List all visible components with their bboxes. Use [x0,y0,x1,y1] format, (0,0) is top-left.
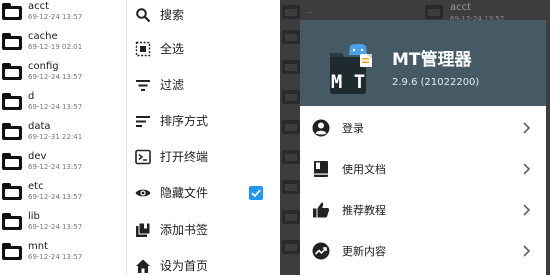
file-name: acct [450,2,472,13]
file-row[interactable]: acct 69-12-24 13:57 [0,0,126,30]
file-name: data [28,121,51,132]
file-row[interactable]: config 69-12-24 13:57 [0,60,126,90]
search-icon [136,8,151,23]
bookmark-add-icon [136,222,151,237]
app-version: 2.9.6 (21022200) [392,77,480,88]
file-name: config [28,61,59,72]
menu-item-add-bookmark[interactable]: 添加书签 [127,212,281,248]
menu-label: 设为首页 [160,259,209,273]
folder-icon [282,150,300,164]
folder-icon [282,90,300,104]
file-date: 69-12-31 22:41 [28,133,83,141]
folder-icon [282,60,300,74]
file-name: d [28,91,35,102]
folder-icon [2,3,22,20]
app-name: MT管理器 [392,50,472,70]
folder-icon [282,5,300,19]
file-date: 69-12-24 13:57 [28,73,83,81]
drawer-item-tutorials[interactable]: 推荐教程 [300,190,546,231]
menu-item-filter[interactable]: 过滤 [127,67,281,103]
file-name: cache [28,31,58,42]
drawer-item-changelog[interactable]: 更新内容 [300,231,546,272]
menu-label: 过滤 [160,78,185,92]
folder-icon [2,123,22,140]
folder-icon [282,120,300,134]
parent-dir-label: .. [307,6,313,15]
file-row[interactable]: cache 69-12-19 02:01 [0,30,126,60]
folder-icon [425,5,443,19]
folder-icon [2,153,22,170]
file-name: etc [28,181,44,192]
file-date: 69-12-24 13:57 [28,223,83,231]
terminal-icon [135,149,151,165]
menu-label: 打开终端 [160,150,209,164]
folder-icon [282,240,300,254]
drawer-item-login[interactable]: 登录 [300,108,546,149]
options-menu: 搜索 全选 过滤 排序方式 打开终端 隐藏文件 添加书签 设为首页 [126,0,280,275]
navigation-drawer: M T MT管理器 2.9.6 (21022200) 登录 使用文档 推荐教程 … [300,20,546,275]
file-name: acct [28,1,50,12]
eye-icon [135,189,151,197]
menu-item-terminal[interactable]: 打开终端 [127,139,281,175]
select-all-icon [135,41,151,57]
chevron-right-icon [523,122,531,134]
thumb-up-icon [313,202,330,218]
file-row[interactable]: mnt 69-12-24 13:57 [0,240,126,270]
drawer-item-label: 推荐教程 [342,204,386,217]
folder-icon [282,210,300,224]
hidden-files-checkbox[interactable] [249,186,263,200]
file-row[interactable]: lib 69-12-24 13:57 [0,210,126,240]
file-list: acct 69-12-24 13:57 cache 69-12-19 02:01… [0,0,126,275]
folder-icon [2,243,22,260]
chevron-right-icon [523,163,531,175]
menu-item-select-all[interactable]: 全选 [127,31,281,67]
drawer-header: M T MT管理器 2.9.6 (21022200) [300,20,546,106]
sort-icon [136,116,150,127]
drawer-item-docs[interactable]: 使用文档 [300,149,546,190]
file-date: 69-12-24 13:57 [28,253,83,261]
drawer-item-label: 登录 [342,122,364,135]
menu-label: 添加书签 [160,223,209,237]
chevron-right-icon [523,204,531,216]
account-icon [312,119,330,137]
trending-icon [312,242,330,260]
file-row[interactable]: etc 69-12-24 13:57 [0,180,126,210]
menu-label: 全选 [160,42,185,56]
drawer-item-label: 更新内容 [342,245,386,258]
file-date: 69-12-24 13:57 [28,163,83,171]
menu-label: 隐藏文件 [160,186,209,200]
app-logo: M T [330,44,372,94]
folder-icon [282,180,300,194]
file-row[interactable]: dev 69-12-24 13:57 [0,150,126,180]
home-icon [136,259,150,273]
folder-icon [2,63,22,80]
folder-icon [2,213,22,230]
file-name: lib [28,211,40,222]
folder-icon [2,93,22,110]
menu-item-set-home[interactable]: 设为首页 [127,248,281,275]
book-icon [314,161,328,177]
file-row[interactable]: data 69-12-31 22:41 [0,120,126,150]
folder-icon [2,33,22,50]
file-name: mnt [28,241,48,252]
file-date: 69-12-24 13:57 [28,193,83,201]
menu-item-hidden-files[interactable]: 隐藏文件 [127,175,281,211]
menu-item-search[interactable]: 搜索 [127,0,281,33]
menu-item-sort[interactable]: 排序方式 [127,103,281,139]
folder-icon [282,30,300,44]
drawer-item-label: 使用文档 [342,163,386,176]
file-date: 69-12-24 13:57 [28,103,83,111]
app-logo-text: M T [331,71,365,93]
file-row[interactable]: d 69-12-24 13:57 [0,90,126,120]
filter-icon [136,80,150,91]
file-date: 69-12-19 02:01 [28,43,83,51]
menu-label: 搜索 [160,8,185,22]
menu-label: 排序方式 [160,114,209,128]
file-date: 69-12-24 13:57 [28,13,83,21]
file-name: dev [28,151,47,162]
folder-icon [2,183,22,200]
chevron-right-icon [523,245,531,257]
